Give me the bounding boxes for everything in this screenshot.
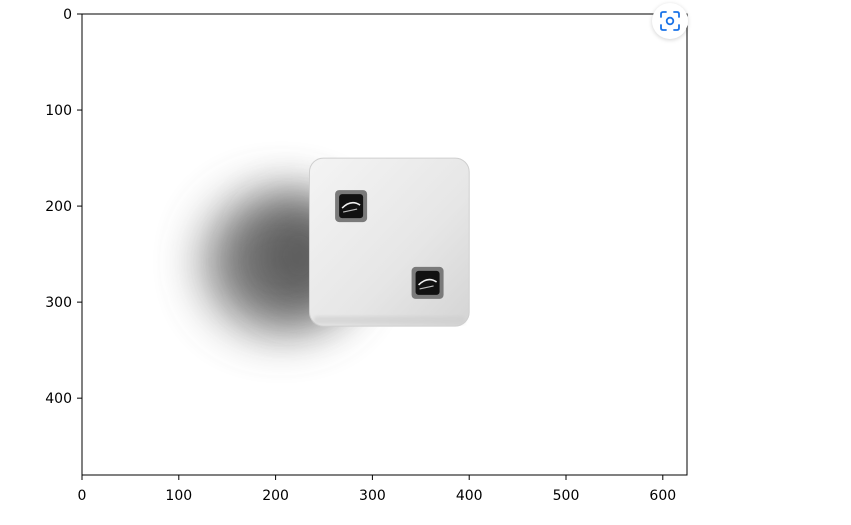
x-tick-label: 100 (165, 488, 192, 504)
y-axis: 0 100 200 300 400 (45, 7, 82, 407)
y-tick-label: 400 (45, 391, 72, 407)
die-face (308, 157, 470, 327)
die-bottom-edge (313, 316, 466, 325)
chart-figure: 0 100 200 300 400 500 600 0 100 200 300 400 (45, 7, 688, 504)
x-tick-label: 500 (553, 488, 580, 504)
x-tick-label: 600 (649, 488, 676, 504)
x-tick-label: 200 (262, 488, 289, 504)
y-tick-label: 0 (63, 7, 72, 23)
die-pip (411, 266, 444, 299)
visual-search-button[interactable] (652, 3, 688, 39)
y-tick-label: 200 (45, 199, 72, 215)
y-tick-label: 300 (45, 295, 72, 311)
x-tick-label: 300 (359, 488, 386, 504)
die-pip (335, 190, 368, 223)
x-axis: 0 100 200 300 400 500 600 (78, 475, 676, 504)
visual-search-icon (660, 11, 680, 31)
y-tick-label: 100 (45, 103, 72, 119)
x-tick-label: 0 (78, 488, 87, 504)
x-tick-label: 400 (456, 488, 483, 504)
